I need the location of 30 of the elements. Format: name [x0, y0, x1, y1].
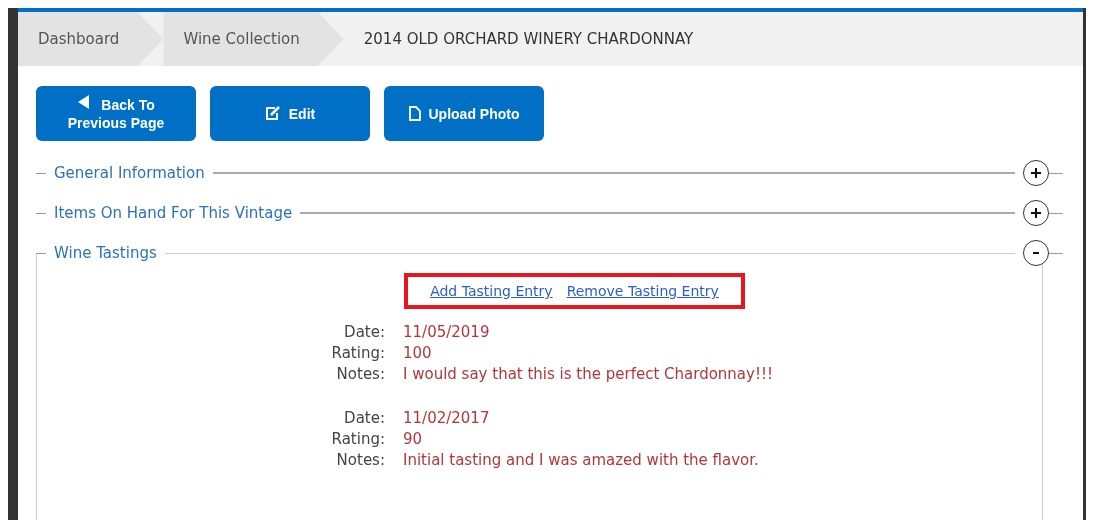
field-value: 11/02/2017	[403, 409, 491, 427]
field-label: Rating:	[330, 344, 385, 362]
field-label: Rating:	[330, 430, 385, 448]
edit-button[interactable]: Edit	[210, 86, 370, 141]
section-title[interactable]: General Information	[54, 164, 205, 182]
document-icon	[408, 106, 421, 121]
upload-photo-button[interactable]: Upload Photo	[384, 86, 544, 141]
collapse-button[interactable]	[1023, 240, 1049, 266]
expand-button[interactable]	[1023, 200, 1049, 226]
back-button[interactable]: Back To Previous Page	[36, 86, 196, 141]
field-value: 90	[403, 430, 424, 448]
field-label: Date:	[343, 409, 385, 427]
link[interactable]: Remove Tasting Entry	[566, 283, 719, 299]
section-title[interactable]: Items On Hand For This Vintage	[54, 204, 293, 222]
plus-icon	[1029, 206, 1043, 220]
link[interactable]: Add Tasting Entry	[430, 283, 553, 299]
breadcrumb-item[interactable]: Wine Collection	[163, 12, 344, 66]
left-triangle-icon	[78, 95, 90, 109]
field-value: I would say that this is the perfect Chardonnay!!!	[403, 365, 774, 383]
edit-icon	[264, 106, 281, 121]
field-value: Initial tasting and I was amazed with the flavor.	[403, 451, 760, 469]
expand-button[interactable]	[1023, 160, 1049, 186]
field-label: Notes:	[335, 451, 385, 469]
field-label: Notes:	[335, 365, 385, 383]
plus-icon	[1029, 166, 1043, 180]
breadcrumb-item[interactable]: Dashboard	[18, 12, 164, 66]
section-title[interactable]: Wine Tastings	[54, 244, 157, 262]
field-value: 100	[403, 344, 433, 362]
field-label: Date:	[343, 323, 385, 341]
field-value: 11/05/2019	[403, 323, 491, 341]
